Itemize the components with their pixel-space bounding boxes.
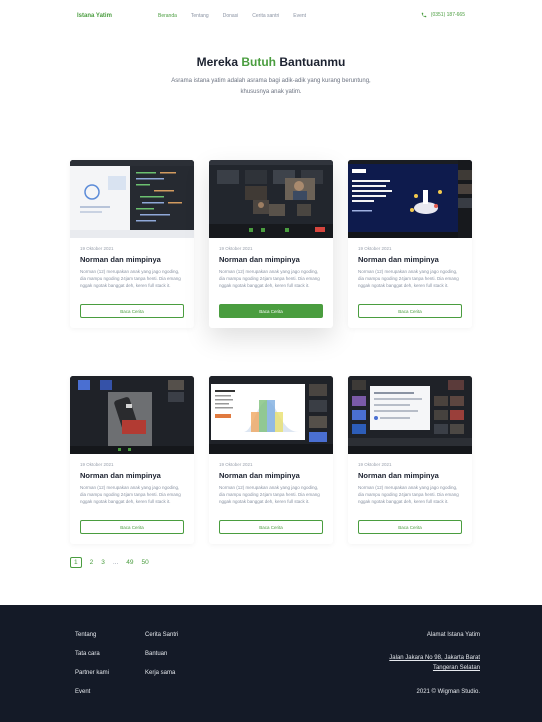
story-excerpt: Norman (12) merupakan anak yang jago ngo… bbox=[219, 269, 320, 288]
story-card: 19 Oktober 2021 Norman dan mimpinya Norm… bbox=[70, 376, 194, 544]
top-nav: Istana Yatim Beranda Tentang Donasi Ceri… bbox=[0, 0, 542, 34]
pagination: 1 2 3 ... 49 50 bbox=[70, 557, 157, 568]
pagination-ellipsis: ... bbox=[112, 559, 119, 566]
story-image[interactable] bbox=[70, 160, 194, 238]
address-line-2: Tangeran Selatan bbox=[432, 665, 480, 671]
story-excerpt: Norman (12) merupakan anak yang jago ngo… bbox=[80, 269, 181, 288]
story-excerpt: Norman (12) merupakan anak yang jago ngo… bbox=[219, 485, 320, 504]
phone-number: (0351) 187-665 bbox=[430, 12, 465, 18]
story-image[interactable] bbox=[70, 376, 194, 454]
title-pre: Mereka bbox=[196, 55, 239, 69]
phone-contact[interactable]: (0351) 187-665 bbox=[421, 12, 465, 18]
story-card: 19 Oktober 2021 Norman dan mimpinya Norm… bbox=[70, 160, 194, 328]
read-story-button[interactable]: Baca Cerita bbox=[358, 304, 462, 318]
page-1-button[interactable]: 1 bbox=[70, 557, 82, 568]
story-card: 19 Oktober 2021 Norman dan mimpinya Norm… bbox=[348, 160, 472, 328]
brand-logo-text[interactable]: Istana Yatim bbox=[77, 13, 112, 19]
footer-link-tata-cara[interactable]: Tata cara bbox=[75, 651, 109, 657]
story-title[interactable]: Norman dan mimpinya bbox=[80, 471, 161, 480]
phone-icon bbox=[421, 12, 427, 18]
story-excerpt: Norman (12) merupakan anak yang jago ngo… bbox=[80, 485, 181, 504]
story-title[interactable]: Norman dan mimpinya bbox=[80, 255, 161, 264]
story-date: 19 Oktober 2021 bbox=[80, 246, 114, 251]
page-3-button[interactable]: 3 bbox=[101, 559, 105, 566]
read-story-button[interactable]: Baca Cerita bbox=[358, 520, 462, 534]
nav-item-event[interactable]: Event bbox=[293, 13, 306, 19]
story-date: 19 Oktober 2021 bbox=[219, 246, 253, 251]
nav-item-cerita-santri[interactable]: Cerita santri bbox=[252, 13, 279, 19]
story-date: 19 Oktober 2021 bbox=[358, 462, 392, 467]
address-link[interactable]: Jalan Jakara No 98, Jakarta Barat Tanger… bbox=[389, 653, 480, 673]
story-title[interactable]: Norman dan mimpinya bbox=[219, 471, 300, 480]
address-line-1: Jalan Jakara No 98, Jakarta Barat bbox=[389, 655, 480, 661]
story-title[interactable]: Norman dan mimpinya bbox=[358, 471, 439, 480]
footer-links-col-2: Cerita Santri Bantuan Kerja sama bbox=[145, 632, 178, 689]
story-date: 19 Oktober 2021 bbox=[358, 246, 392, 251]
footer-link-bantuan[interactable]: Bantuan bbox=[145, 651, 178, 657]
footer-link-partner-kami[interactable]: Partner kami bbox=[75, 670, 109, 676]
story-card: 19 Oktober 2021 Norman dan mimpinya Norm… bbox=[209, 376, 333, 544]
page-49-button[interactable]: 49 bbox=[126, 559, 133, 566]
footer-links-col-1: Tentang Tata cara Partner kami Event bbox=[75, 632, 109, 708]
story-card: 19 Oktober 2021 Norman dan mimpinya Norm… bbox=[348, 376, 472, 544]
story-image[interactable] bbox=[209, 376, 333, 454]
story-excerpt: Norman (12) merupakan anak yang jago ngo… bbox=[358, 269, 459, 288]
nav-item-donasi[interactable]: Donasi bbox=[223, 13, 239, 19]
footer-link-kerja-sama[interactable]: Kerja sama bbox=[145, 670, 178, 676]
nav-item-tentang[interactable]: Tentang bbox=[191, 13, 209, 19]
story-card: 19 Oktober 2021 Norman dan mimpinya Norm… bbox=[209, 160, 333, 328]
footer-link-cerita-santri[interactable]: Cerita Santri bbox=[145, 632, 178, 638]
page-50-button[interactable]: 50 bbox=[142, 559, 149, 566]
page-title: Mereka Butuh Bantuanmu bbox=[0, 55, 542, 69]
page-description: Asrama istana yatim adalah asrama bagi a… bbox=[171, 78, 371, 95]
copyright-text: 2021 © Wigman Studio. bbox=[416, 689, 480, 695]
footer-link-event[interactable]: Event bbox=[75, 689, 109, 695]
story-image[interactable] bbox=[209, 160, 333, 238]
address-title: Alamat Istana Yatim bbox=[426, 632, 480, 638]
story-title[interactable]: Norman dan mimpinya bbox=[219, 255, 300, 264]
nav-menu: Beranda Tentang Donasi Cerita santri Eve… bbox=[158, 13, 320, 19]
story-excerpt: Norman (12) merupakan anak yang jago ngo… bbox=[358, 485, 459, 504]
page-2-button[interactable]: 2 bbox=[90, 559, 94, 566]
read-story-button[interactable]: Baca Cerita bbox=[80, 304, 184, 318]
read-story-button[interactable]: Baca Cerita bbox=[219, 520, 323, 534]
footer-link-tentang[interactable]: Tentang bbox=[75, 632, 109, 638]
title-post: Bantuanmu bbox=[279, 55, 346, 69]
nav-item-beranda[interactable]: Beranda bbox=[158, 13, 177, 19]
story-title[interactable]: Norman dan mimpinya bbox=[358, 255, 439, 264]
story-image[interactable] bbox=[348, 376, 472, 454]
story-date: 19 Oktober 2021 bbox=[219, 462, 253, 467]
read-story-button[interactable]: Baca Cerita bbox=[219, 304, 323, 318]
story-image[interactable] bbox=[348, 160, 472, 238]
story-date: 19 Oktober 2021 bbox=[80, 462, 114, 467]
footer-address-block: Alamat Istana Yatim Jalan Jakara No 98, … bbox=[389, 632, 480, 695]
read-story-button[interactable]: Baca Cerita bbox=[80, 520, 184, 534]
footer: Tentang Tata cara Partner kami Event Cer… bbox=[0, 605, 542, 722]
title-accent: Butuh bbox=[241, 55, 277, 69]
